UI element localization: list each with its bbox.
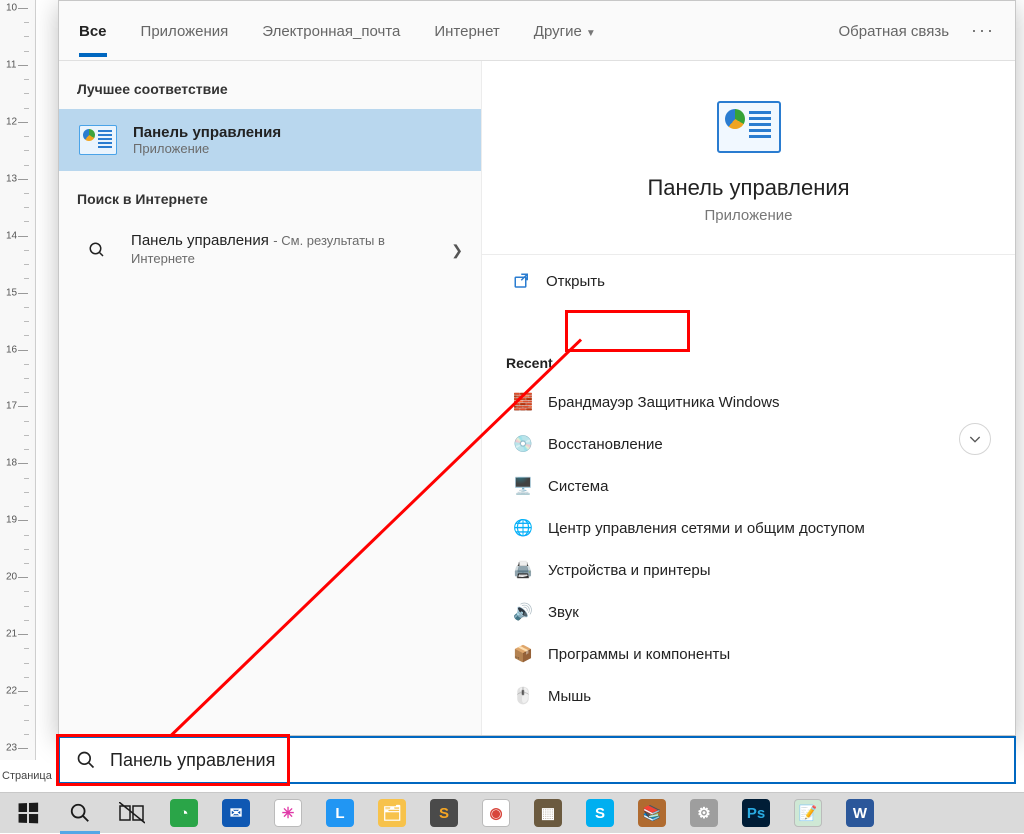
chrome-icon: ◉ bbox=[482, 799, 510, 827]
taskbar-photoshop[interactable]: Ps bbox=[730, 793, 782, 834]
recent-item-label: Брандмауэр Защитника Windows bbox=[548, 394, 779, 411]
recent-item[interactable]: 🌐 Центр управления сетями и общим доступо… bbox=[506, 507, 991, 549]
taskbar-start[interactable] bbox=[2, 793, 54, 834]
preview-pane: Панель управления Приложение Открыть R bbox=[481, 61, 1015, 735]
chevron-down-icon bbox=[967, 431, 983, 447]
recent-item-icon: 💿 bbox=[512, 433, 534, 455]
open-button[interactable]: Открыть bbox=[506, 255, 991, 307]
recent-item-icon: 🖥️ bbox=[512, 475, 534, 497]
control-panel-large-icon bbox=[717, 101, 781, 153]
taskbar-l-app[interactable]: L bbox=[314, 793, 366, 834]
recent-item-label: Устройства и принтеры bbox=[548, 562, 710, 579]
tab-apps[interactable]: Приложения bbox=[141, 5, 229, 56]
recent-item[interactable]: 🖨️ Устройства и принтеры bbox=[506, 549, 991, 591]
taskbar-notepad[interactable]: 📝 bbox=[782, 793, 834, 834]
snip-icon: ✳ bbox=[274, 799, 302, 827]
recent-item-icon: 🖱️ bbox=[512, 685, 534, 707]
notepad-icon: 📝 bbox=[794, 799, 822, 827]
taskbar-settings[interactable]: ⚙ bbox=[678, 793, 730, 834]
preview-title: Панель управления bbox=[647, 175, 849, 201]
recent-item[interactable]: 📦 Программы и компоненты bbox=[506, 633, 991, 675]
ruler-gutter bbox=[36, 0, 58, 760]
l-app-icon: L bbox=[326, 799, 354, 827]
taskbar-textures[interactable]: ▦ bbox=[522, 793, 574, 834]
search-flyout: Все Приложения Электронная_почта Интерне… bbox=[58, 0, 1016, 736]
word-icon: W bbox=[846, 799, 874, 827]
recent-item[interactable]: 🖱️ Мышь bbox=[506, 675, 991, 717]
best-match-subtitle: Приложение bbox=[133, 141, 281, 156]
taskbar-winrar[interactable]: 📚 bbox=[626, 793, 678, 834]
explorer-icon: 🗂 bbox=[378, 799, 406, 827]
recent-item[interactable]: 🔊 Звук bbox=[506, 591, 991, 633]
search-icon bbox=[69, 802, 91, 824]
taskbar-mail[interactable]: ✉ bbox=[210, 793, 262, 834]
web-item-title: Панель управления bbox=[131, 232, 269, 249]
recent-item-icon: 🌐 bbox=[512, 517, 534, 539]
taskbar-word[interactable]: W bbox=[834, 793, 886, 834]
recent-item-label: Звук bbox=[548, 604, 579, 621]
tab-all[interactable]: Все bbox=[79, 5, 107, 56]
feedback-link[interactable]: Обратная связь bbox=[839, 5, 950, 56]
chevron-right-icon: ❯ bbox=[451, 242, 463, 259]
taskbar-explorer[interactable]: 🗂 bbox=[366, 793, 418, 834]
search-input[interactable] bbox=[110, 750, 998, 771]
recent-item[interactable]: 🧱 Брандмауэр Защитника Windows bbox=[506, 381, 991, 423]
results-pane: Лучшее соответствие Панель управления Пр… bbox=[59, 61, 481, 735]
search-tabs: Все Приложения Электронная_почта Интерне… bbox=[59, 1, 1015, 61]
expand-down-button[interactable] bbox=[959, 423, 991, 455]
settings-icon: ⚙ bbox=[690, 799, 718, 827]
open-icon bbox=[512, 271, 532, 291]
taskbar-browser[interactable]: ◔ bbox=[158, 793, 210, 834]
recent-item-label: Восстановление bbox=[548, 436, 663, 453]
mail-icon: ✉ bbox=[222, 799, 250, 827]
sublime-icon: S bbox=[430, 799, 458, 827]
best-match-title: Панель управления bbox=[133, 124, 281, 141]
recent-item-label: Система bbox=[548, 478, 608, 495]
vertical-ruler: 1011121314151617181920212223 bbox=[0, 0, 36, 760]
skype-icon: S bbox=[586, 799, 614, 827]
taskbar: ◔ ✉ ✳ L 🗂 S ◉ ▦ S 📚 ⚙ Ps 📝 W bbox=[0, 792, 1024, 833]
recent-item-label: Мышь bbox=[548, 688, 591, 705]
winrar-icon: 📚 bbox=[638, 799, 666, 827]
search-bar[interactable] bbox=[58, 736, 1016, 784]
web-search-item[interactable]: Панель управления - См. результаты в Инт… bbox=[59, 219, 481, 281]
open-label: Открыть bbox=[546, 273, 605, 290]
recent-item-label: Программы и компоненты bbox=[548, 646, 730, 663]
recent-item[interactable]: 🖥️ Система bbox=[506, 465, 991, 507]
taskbar-chrome[interactable]: ◉ bbox=[470, 793, 522, 834]
preview-subtitle: Приложение bbox=[705, 207, 793, 224]
recent-item-icon: 🧱 bbox=[512, 391, 534, 413]
windows-logo-icon bbox=[19, 803, 39, 824]
recent-header: Recent bbox=[506, 307, 991, 381]
taskbar-sublime[interactable]: S bbox=[418, 793, 470, 834]
recent-item-icon: 🖨️ bbox=[512, 559, 534, 581]
taskbar-snip[interactable]: ✳ bbox=[262, 793, 314, 834]
recent-item-icon: 📦 bbox=[512, 643, 534, 665]
recent-list: 🧱 Брандмауэр Защитника Windows 💿 Восстановл… bbox=[506, 381, 991, 717]
recent-item-icon: 🔊 bbox=[512, 601, 534, 623]
search-icon bbox=[88, 241, 106, 259]
textures-icon: ▦ bbox=[534, 799, 562, 827]
browser-icon: ◔ bbox=[170, 799, 198, 827]
recent-item-label: Центр управления сетями и общим доступом bbox=[548, 520, 865, 537]
best-match-item[interactable]: Панель управления Приложение bbox=[59, 109, 481, 171]
recent-item[interactable]: 💿 Восстановление bbox=[506, 423, 991, 465]
tab-other[interactable]: Другие▼ bbox=[534, 5, 596, 56]
web-search-header: Поиск в Интернете bbox=[59, 171, 481, 219]
tab-internet[interactable]: Интернет bbox=[434, 5, 499, 56]
photoshop-icon: Ps bbox=[742, 799, 770, 827]
control-panel-icon bbox=[77, 119, 119, 161]
best-match-header: Лучшее соответствие bbox=[59, 61, 481, 109]
taskbar-search[interactable] bbox=[54, 793, 106, 834]
status-page-label: Страница bbox=[2, 770, 52, 782]
more-icon[interactable]: ··· bbox=[971, 20, 995, 41]
taskbar-taskview[interactable] bbox=[106, 793, 158, 834]
taskview-icon bbox=[119, 802, 145, 824]
search-icon bbox=[76, 750, 96, 770]
tab-email[interactable]: Электронная_почта bbox=[262, 5, 400, 56]
taskbar-skype[interactable]: S bbox=[574, 793, 626, 834]
chevron-down-icon: ▼ bbox=[586, 28, 596, 39]
